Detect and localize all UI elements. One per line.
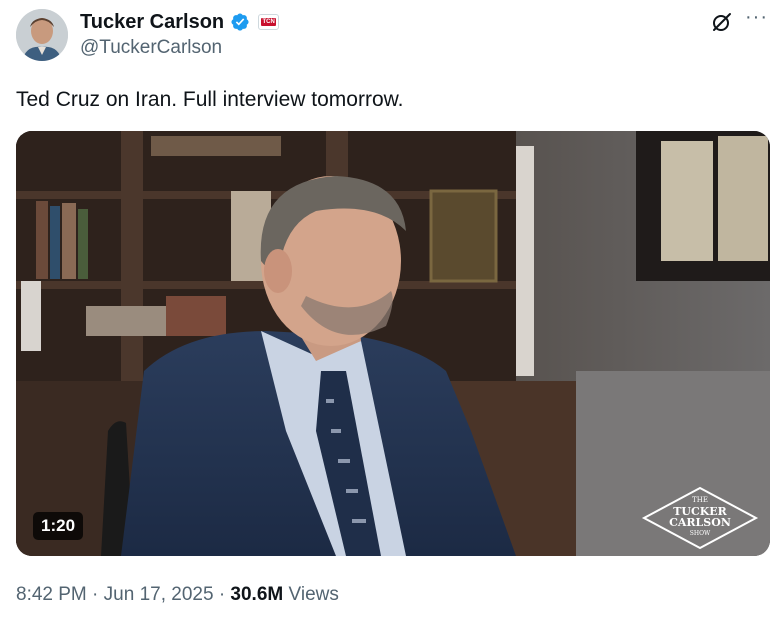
logo-line-4: SHOW	[689, 530, 711, 537]
video-player[interactable]: 1:20 THE TUCKER CARLSON SHOW	[16, 131, 770, 556]
logo-line-3: CARLSON	[669, 516, 731, 529]
tweet-meta: 8:42 PM · Jun 17, 2025 · 30.6M Views	[16, 583, 339, 607]
display-name[interactable]: Tucker Carlson	[80, 10, 224, 34]
author-name-row: Tucker Carlson TCN	[80, 10, 280, 34]
grok-icon[interactable]	[708, 8, 736, 36]
avatar-image	[16, 9, 68, 61]
views-count: 30.6M	[230, 584, 284, 605]
meta-separator: ·	[218, 584, 226, 605]
show-logo-text: THE TUCKER CARLSON SHOW	[642, 488, 758, 548]
affiliate-badge-label: TCN	[261, 18, 276, 26]
more-icon[interactable]: ···	[745, 6, 768, 29]
affiliate-badge[interactable]: TCN	[258, 14, 280, 30]
views-label: Views	[288, 584, 339, 605]
handle[interactable]: @TuckerCarlson	[80, 37, 222, 59]
meta-separator: ·	[92, 584, 99, 605]
avatar[interactable]	[16, 9, 68, 61]
tweet-date[interactable]: Jun 17, 2025	[104, 584, 214, 605]
tweet-text: Ted Cruz on Iran. Full interview tomorro…	[16, 88, 404, 111]
video-duration: 1:20	[33, 512, 84, 540]
verified-badge-icon[interactable]	[230, 12, 250, 32]
tweet-time[interactable]: 8:42 PM	[16, 584, 87, 605]
